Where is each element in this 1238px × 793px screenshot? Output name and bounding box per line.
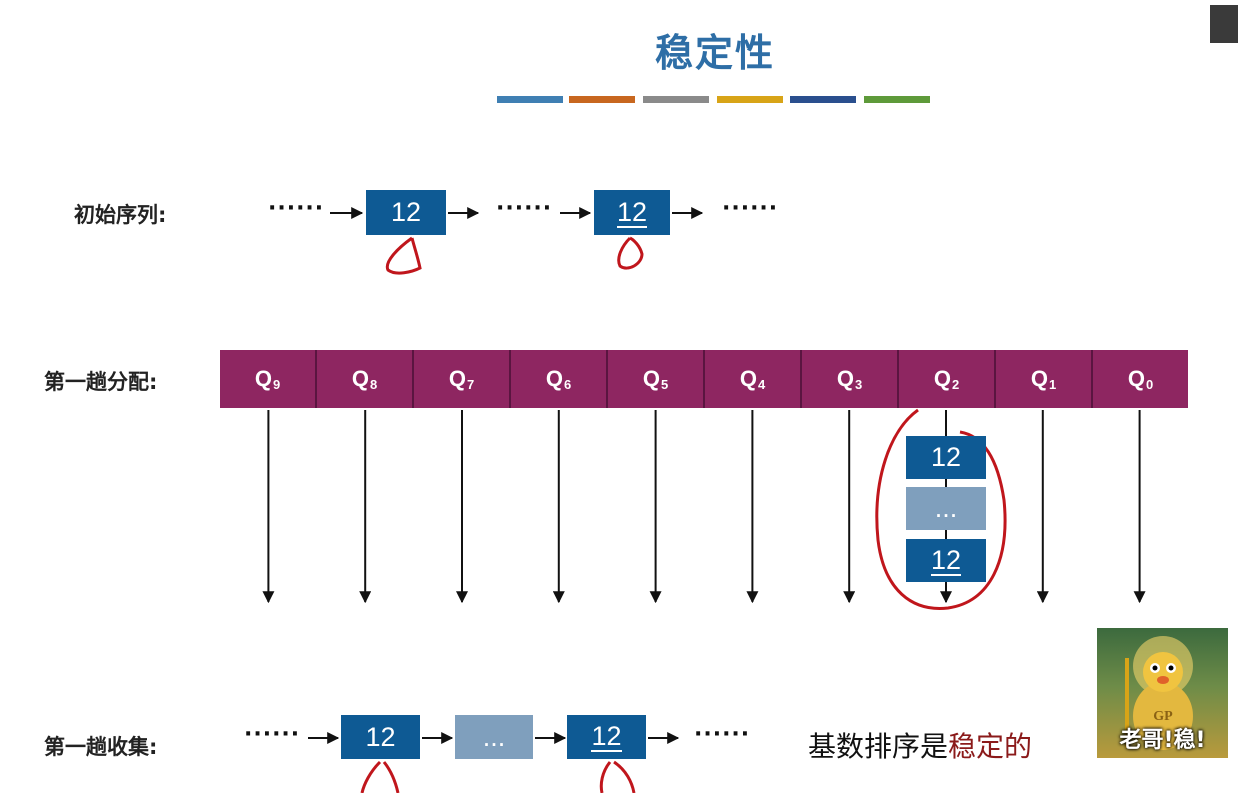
sticker-caption: 老哥!稳!: [1119, 728, 1206, 753]
red-mark-collect-1: [360, 760, 382, 793]
collect-row-label: 第一趟收集:: [44, 735, 158, 759]
initial-element-a: 12: [366, 190, 446, 235]
queue-q3: Q3: [802, 350, 899, 408]
collect-dots-1: ······: [244, 722, 301, 747]
queue-q1: Q1: [996, 350, 1093, 408]
red-mark-initial-1: [385, 236, 422, 275]
distribute-row-label: 第一趟分配:: [44, 370, 158, 394]
initial-element-b: 12: [594, 190, 670, 235]
queue-q9: Q9: [220, 350, 317, 408]
conclusion-text: 基数排序是稳定的: [808, 730, 1033, 763]
queue-bar: Q9 Q8 Q7 Q6 Q5 Q4 Q3 Q2 Q1 Q0: [220, 350, 1188, 408]
meme-sticker: GP 老哥!稳!: [1097, 628, 1228, 758]
collect-dots-2: ······: [694, 722, 751, 747]
q2-element-middle: ...: [906, 487, 986, 530]
initial-dots-1: ······: [268, 196, 325, 221]
initial-dots-3: ······: [722, 196, 779, 221]
red-mark-initial-2: [617, 236, 644, 270]
q2-element-bottom: 12: [906, 539, 986, 582]
initial-element-a-value: 12: [390, 197, 422, 227]
queue-q2: Q2: [899, 350, 996, 408]
red-mark-collect-2: [599, 761, 612, 793]
conclusion-highlight: 稳定的: [948, 730, 1033, 763]
queue-q5: Q5: [608, 350, 705, 408]
red-mark-collect-2b: [613, 760, 636, 793]
initial-row-label: 初始序列:: [74, 203, 167, 227]
queue-q6: Q6: [511, 350, 608, 408]
initial-element-b-value: 12: [616, 196, 648, 228]
q2-element-top: 12: [906, 436, 986, 479]
collect-element-middle: ...: [455, 715, 533, 759]
collect-element-a: 12: [341, 715, 420, 759]
collect-element-b: 12: [567, 715, 646, 759]
queue-q4: Q4: [705, 350, 802, 408]
queue-q0: Q0: [1127, 366, 1154, 392]
queue-q8: Q8: [317, 350, 414, 408]
queue-arrows: [262, 410, 1146, 604]
initial-dots-2: ······: [496, 196, 553, 221]
queue-q7: Q7: [414, 350, 511, 408]
red-mark-collect-1b: [382, 761, 400, 793]
